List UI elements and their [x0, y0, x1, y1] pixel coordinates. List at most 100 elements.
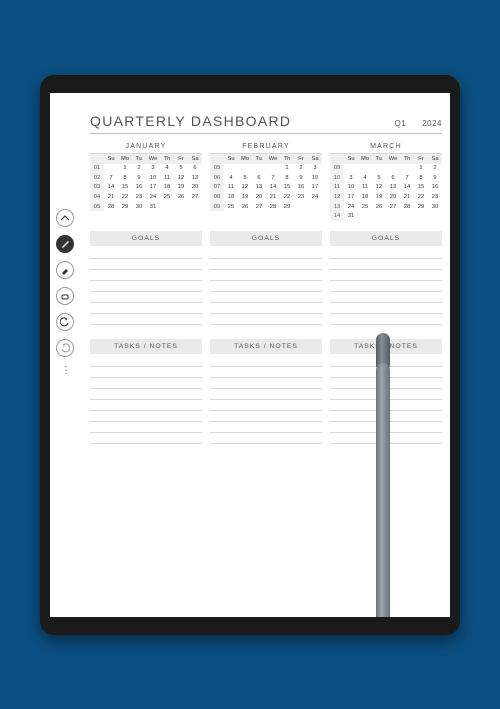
- day-cell[interactable]: 17: [344, 192, 358, 202]
- day-cell[interactable]: ·: [386, 211, 400, 221]
- day-cell[interactable]: 17: [146, 183, 160, 193]
- writing-line[interactable]: [330, 303, 442, 314]
- day-cell[interactable]: 13: [252, 183, 266, 193]
- day-cell[interactable]: 3: [146, 164, 160, 174]
- writing-line[interactable]: [210, 270, 322, 281]
- goals-lines[interactable]: [330, 248, 442, 325]
- writing-line[interactable]: [330, 378, 442, 389]
- day-cell[interactable]: 4: [224, 173, 238, 183]
- writing-line[interactable]: [90, 389, 202, 400]
- day-cell[interactable]: 12: [174, 173, 188, 183]
- writing-line[interactable]: [210, 411, 322, 422]
- tasks-lines[interactable]: [90, 356, 202, 444]
- day-cell[interactable]: 10: [146, 173, 160, 183]
- day-cell[interactable]: 22: [414, 192, 428, 202]
- day-cell[interactable]: 8: [280, 173, 294, 183]
- redo-icon[interactable]: [56, 339, 74, 357]
- writing-line[interactable]: [210, 367, 322, 378]
- writing-line[interactable]: [210, 303, 322, 314]
- tasks-lines[interactable]: [330, 356, 442, 444]
- day-cell[interactable]: 31: [146, 202, 160, 212]
- day-cell[interactable]: 14: [104, 183, 118, 193]
- day-cell[interactable]: 15: [414, 183, 428, 193]
- writing-line[interactable]: [210, 292, 322, 303]
- day-cell[interactable]: ·: [400, 211, 414, 221]
- day-cell[interactable]: 9: [132, 173, 146, 183]
- writing-line[interactable]: [210, 356, 322, 367]
- day-cell[interactable]: 22: [280, 192, 294, 202]
- day-cell[interactable]: 24: [146, 192, 160, 202]
- day-cell[interactable]: ·: [266, 164, 280, 174]
- writing-line[interactable]: [210, 281, 322, 292]
- day-cell[interactable]: 2: [428, 164, 442, 174]
- day-cell[interactable]: 29: [414, 202, 428, 212]
- day-cell[interactable]: 7: [104, 173, 118, 183]
- writing-line[interactable]: [330, 314, 442, 325]
- day-cell[interactable]: 24: [308, 192, 322, 202]
- writing-line[interactable]: [210, 248, 322, 259]
- day-cell[interactable]: ·: [372, 164, 386, 174]
- day-cell[interactable]: ·: [188, 202, 202, 212]
- day-cell[interactable]: 8: [118, 173, 132, 183]
- day-cell[interactable]: 2: [132, 164, 146, 174]
- goals-lines[interactable]: [210, 248, 322, 325]
- day-cell[interactable]: 6: [386, 173, 400, 183]
- writing-line[interactable]: [330, 433, 442, 444]
- writing-line[interactable]: [210, 314, 322, 325]
- day-cell[interactable]: ·: [358, 164, 372, 174]
- tasks-lines[interactable]: [210, 356, 322, 444]
- day-cell[interactable]: 21: [104, 192, 118, 202]
- goals-lines[interactable]: [90, 248, 202, 325]
- day-cell[interactable]: ·: [372, 211, 386, 221]
- day-cell[interactable]: 19: [372, 192, 386, 202]
- writing-line[interactable]: [90, 270, 202, 281]
- writing-line[interactable]: [90, 433, 202, 444]
- day-cell[interactable]: 23: [294, 192, 308, 202]
- writing-line[interactable]: [330, 411, 442, 422]
- day-cell[interactable]: 18: [358, 192, 372, 202]
- day-cell[interactable]: 22: [118, 192, 132, 202]
- day-cell[interactable]: ·: [224, 164, 238, 174]
- day-cell[interactable]: 18: [224, 192, 238, 202]
- day-cell[interactable]: ·: [104, 164, 118, 174]
- day-cell[interactable]: 26: [372, 202, 386, 212]
- day-cell[interactable]: 8: [414, 173, 428, 183]
- writing-line[interactable]: [90, 281, 202, 292]
- writing-line[interactable]: [330, 389, 442, 400]
- day-cell[interactable]: 15: [118, 183, 132, 193]
- day-cell[interactable]: 5: [372, 173, 386, 183]
- day-cell[interactable]: ·: [174, 202, 188, 212]
- day-cell[interactable]: ·: [252, 164, 266, 174]
- day-cell[interactable]: 29: [118, 202, 132, 212]
- writing-line[interactable]: [90, 259, 202, 270]
- day-cell[interactable]: 12: [238, 183, 252, 193]
- day-cell[interactable]: 5: [174, 164, 188, 174]
- writing-line[interactable]: [210, 400, 322, 411]
- writing-line[interactable]: [330, 292, 442, 303]
- day-cell[interactable]: 1: [118, 164, 132, 174]
- day-cell[interactable]: 11: [358, 183, 372, 193]
- day-cell[interactable]: 20: [252, 192, 266, 202]
- eraser-icon[interactable]: [56, 287, 74, 305]
- day-cell[interactable]: 3: [344, 173, 358, 183]
- day-cell[interactable]: 27: [252, 202, 266, 212]
- highlighter-icon[interactable]: [56, 261, 74, 279]
- writing-line[interactable]: [210, 378, 322, 389]
- day-cell[interactable]: 14: [400, 183, 414, 193]
- day-cell[interactable]: 11: [224, 183, 238, 193]
- day-cell[interactable]: 30: [132, 202, 146, 212]
- writing-line[interactable]: [90, 356, 202, 367]
- more-icon[interactable]: ⋯: [60, 365, 71, 376]
- writing-line[interactable]: [210, 422, 322, 433]
- writing-line[interactable]: [210, 433, 322, 444]
- day-cell[interactable]: 20: [386, 192, 400, 202]
- day-cell[interactable]: ·: [160, 202, 174, 212]
- day-cell[interactable]: 9: [428, 173, 442, 183]
- day-cell[interactable]: 7: [400, 173, 414, 183]
- day-cell[interactable]: ·: [358, 211, 372, 221]
- day-cell[interactable]: 5: [238, 173, 252, 183]
- day-cell[interactable]: 16: [132, 183, 146, 193]
- undo-icon[interactable]: [56, 313, 74, 331]
- day-cell[interactable]: 25: [160, 192, 174, 202]
- day-cell[interactable]: 15: [280, 183, 294, 193]
